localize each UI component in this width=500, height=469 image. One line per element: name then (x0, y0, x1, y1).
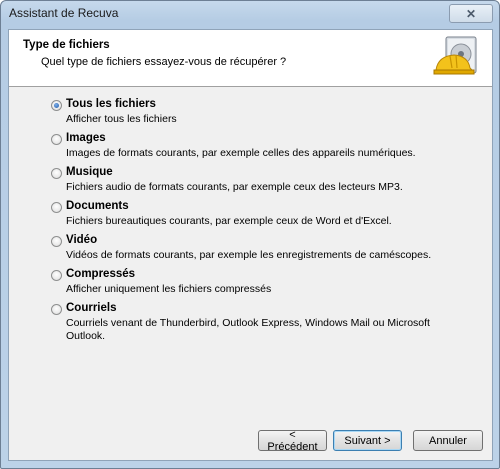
page-title: Type de fichiers (23, 39, 110, 51)
radio-music[interactable] (51, 168, 62, 179)
option-all-files[interactable]: Tous les fichiers Afficher tous les fich… (51, 98, 481, 132)
option-description: Afficher uniquement les fichiers compres… (66, 283, 272, 295)
recuva-helmet-drive-icon (433, 36, 477, 75)
radio-emails[interactable] (51, 304, 62, 315)
option-label[interactable]: Musique (66, 166, 113, 178)
option-description: Courriels venant de Thunderbird, Outlook… (66, 317, 430, 342)
option-label[interactable]: Vidéo (66, 234, 97, 246)
option-label[interactable]: Images (66, 132, 106, 144)
option-label[interactable]: Documents (66, 200, 129, 212)
cancel-button[interactable]: Annuler (413, 430, 483, 451)
close-icon: ✕ (465, 6, 477, 21)
option-label[interactable]: Tous les fichiers (66, 98, 156, 110)
close-button[interactable]: ✕ (449, 4, 493, 23)
option-description: Fichiers audio de formats courants, par … (66, 181, 403, 193)
next-button[interactable]: Suivant > (333, 430, 402, 451)
radio-compressed[interactable] (51, 270, 62, 281)
wizard-header: Type de fichiers Quel type de fichiers e… (9, 30, 492, 87)
radio-images[interactable] (51, 134, 62, 145)
radio-all-files[interactable] (51, 100, 62, 111)
option-description: Vidéos de formats courants, par exemple … (66, 249, 432, 261)
option-documents[interactable]: Documents Fichiers bureautiques courants… (51, 200, 481, 234)
window-title: Assistant de Recuva (9, 6, 119, 20)
back-button[interactable]: < Précédent (258, 429, 327, 453)
title-bar[interactable]: Assistant de Recuva ✕ (1, 1, 499, 27)
option-compressed[interactable]: Compressés Afficher uniquement les fichi… (51, 268, 481, 302)
option-description: Afficher tous les fichiers (66, 113, 177, 125)
option-music[interactable]: Musique Fichiers audio de formats couran… (51, 166, 481, 200)
option-video[interactable]: Vidéo Vidéos de formats courants, par ex… (51, 234, 481, 268)
option-label[interactable]: Courriels (66, 302, 117, 314)
option-label[interactable]: Compressés (66, 268, 135, 280)
option-images[interactable]: Images Images de formats courants, par e… (51, 132, 481, 166)
radio-video[interactable] (51, 236, 62, 247)
wizard-content: Type de fichiers Quel type de fichiers e… (8, 29, 493, 461)
radio-documents[interactable] (51, 202, 62, 213)
option-emails[interactable]: Courriels Courriels venant de Thunderbir… (51, 302, 481, 342)
file-type-options: Tous les fichiers Afficher tous les fich… (51, 98, 481, 342)
option-description: Fichiers bureautiques courants, par exem… (66, 215, 392, 227)
option-description: Images de formats courants, par exemple … (66, 147, 416, 159)
wizard-window: Assistant de Recuva ✕ Type de fichiers Q… (0, 0, 500, 469)
page-subtitle: Quel type de fichiers essayez-vous de ré… (41, 56, 287, 68)
